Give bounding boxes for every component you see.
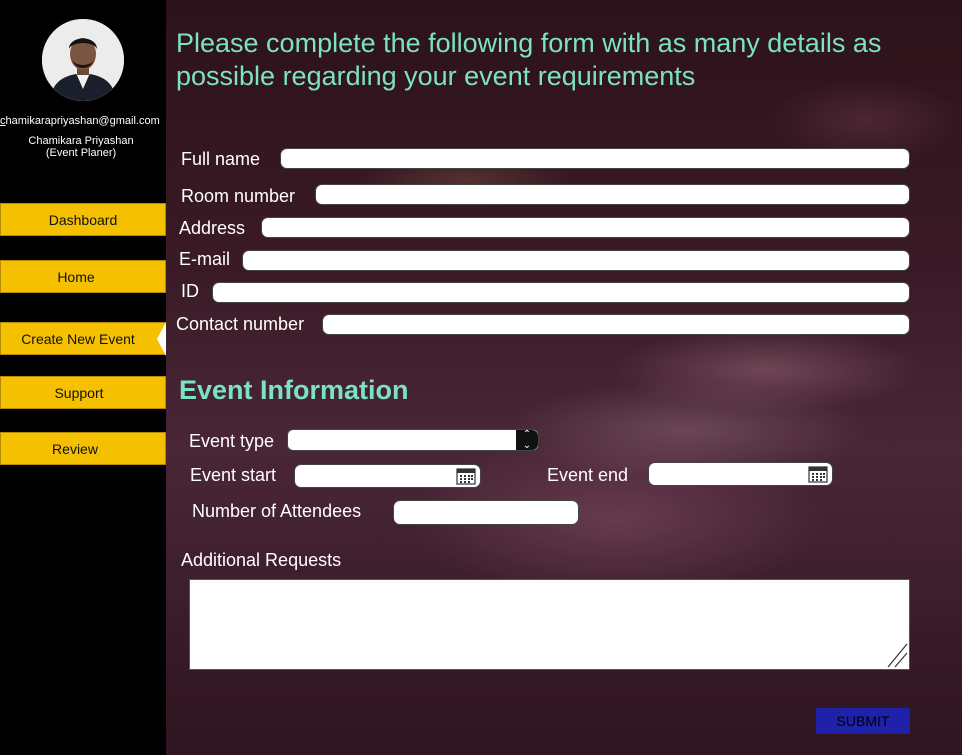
user-role: (Event Planer) (45, 147, 117, 159)
address-label: Address (179, 218, 246, 238)
event-start-input[interactable] (294, 464, 481, 488)
submit-button[interactable]: SUBMIT (816, 708, 910, 734)
nav-review[interactable]: Review (0, 432, 166, 465)
nav-dashboard-label: Dashboard (48, 211, 118, 228)
user-email: chamikarapriyashan@gmail.com (0, 115, 160, 127)
contact-number-label: Contact number (176, 314, 305, 334)
event-end-input[interactable] (648, 462, 833, 486)
event-information-title: Event Information (179, 375, 409, 405)
additional-requests-textarea[interactable] (189, 579, 910, 670)
active-indicator-icon (157, 322, 166, 356)
room-number-label: Room number (181, 186, 296, 206)
email-input[interactable] (242, 250, 910, 271)
select-spinner-icon[interactable]: ⌃ ⌄ (516, 429, 538, 451)
nav-create-new-event[interactable]: Create New Event (0, 322, 166, 355)
nav-create-new-event-label: Create New Event (21, 330, 135, 347)
form-heading: Please complete the following form with … (176, 28, 882, 91)
calendar-icon[interactable] (456, 467, 476, 485)
address-input[interactable] (261, 217, 910, 238)
event-end-label: Event end (547, 465, 629, 485)
avatar (42, 19, 124, 101)
id-label: ID (181, 281, 199, 301)
email-label: E-mail (179, 249, 231, 269)
id-input[interactable] (212, 282, 910, 303)
calendar-icon[interactable] (808, 465, 828, 483)
attendees-input[interactable] (393, 500, 579, 525)
nav-support[interactable]: Support (0, 376, 166, 409)
attendees-label: Number of Attendees (192, 501, 362, 521)
room-number-input[interactable] (315, 184, 910, 205)
event-type-label: Event type (189, 431, 275, 451)
event-start-label: Event start (190, 465, 277, 485)
nav-review-label: Review (52, 440, 98, 457)
full-name-input[interactable] (280, 148, 910, 169)
full-name-label: Full name (181, 149, 261, 169)
user-photo (42, 19, 124, 101)
additional-requests-label: Additional Requests (181, 550, 342, 570)
contact-number-input[interactable] (322, 314, 910, 335)
event-type-select[interactable]: ⌃ ⌄ (287, 429, 539, 451)
user-name: Chamikara Priyashan (28, 135, 134, 147)
sidebar: chamikarapriyashan@gmail.com Chamikara P… (0, 0, 166, 755)
nav-home-label: Home (57, 268, 95, 285)
resize-handle-icon[interactable] (886, 640, 908, 668)
nav-home[interactable]: Home (0, 260, 166, 293)
nav-dashboard[interactable]: Dashboard (0, 203, 166, 236)
nav-support-label: Support (54, 384, 104, 401)
